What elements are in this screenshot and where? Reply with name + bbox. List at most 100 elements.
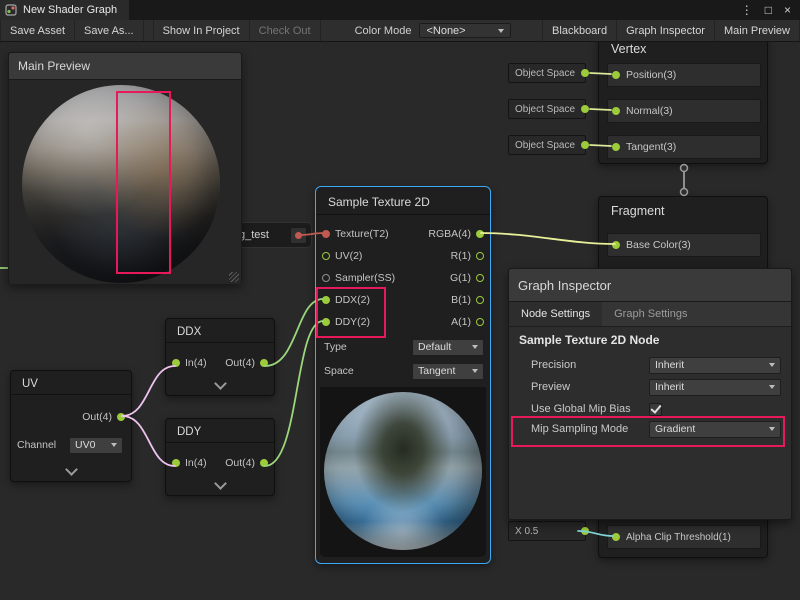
ddx-input-port[interactable] (322, 296, 330, 304)
collapse-chevron-icon[interactable] (65, 463, 78, 476)
ddx-io-row: In(4) Out(4) (172, 351, 268, 375)
binding-port[interactable] (581, 141, 589, 149)
window-maximize-icon[interactable]: □ (765, 0, 772, 20)
port-label: Alpha Clip Threshold(1) (626, 532, 731, 543)
mip-mode-dropdown[interactable]: Gradient (649, 421, 781, 438)
ddy-input-port[interactable] (322, 318, 330, 326)
window-close-icon[interactable]: × (784, 0, 791, 20)
uv-input-port[interactable] (322, 252, 330, 260)
mip-mode-label: Mip Sampling Mode (519, 423, 628, 435)
position-binding-dropdown[interactable]: Object Space (508, 63, 586, 83)
out-label: Out(4) (82, 411, 112, 423)
port-row-normal: Normal(3) (607, 99, 761, 123)
tangent-input-port[interactable] (612, 143, 620, 151)
sample-node-preview (320, 387, 486, 557)
r-output-port[interactable] (476, 252, 484, 260)
space-dropdown[interactable]: Tangent (412, 363, 484, 380)
collapse-chevron-icon[interactable] (214, 477, 227, 490)
save-asset-button[interactable]: Save Asset (0, 20, 75, 41)
tangent-binding-dropdown[interactable]: Object Space (508, 135, 586, 155)
port-label: Position(3) (626, 69, 676, 81)
chevron-down-icon (111, 443, 117, 447)
color-mode-label: Color Mode (347, 20, 420, 41)
ddy-node[interactable]: DDY In(4) Out(4) (165, 418, 275, 496)
document-tab[interactable]: New Shader Graph (0, 0, 129, 20)
alpha-clip-input-port[interactable] (612, 533, 620, 541)
binding-port[interactable] (581, 105, 589, 113)
mip-bias-checkbox[interactable] (649, 403, 662, 416)
inspector-tabs: Node Settings Graph Settings (509, 302, 791, 327)
show-in-project-button[interactable]: Show In Project (153, 20, 250, 41)
channel-label: Channel (17, 439, 61, 451)
channel-dropdown[interactable]: UV0 (69, 437, 123, 454)
precision-dropdown[interactable]: Inherit (649, 357, 781, 374)
resize-grip-icon[interactable] (229, 272, 239, 282)
type-dropdown[interactable]: Default (412, 339, 484, 356)
input-label: Sampler(SS) (335, 272, 395, 284)
blackboard-toggle-button[interactable]: Blackboard (542, 20, 617, 41)
output-label: R(1) (451, 250, 471, 262)
uv-node[interactable]: UV Out(4) Channel UV0 (10, 370, 132, 482)
ddy-in-port[interactable] (172, 459, 180, 467)
input-label: DDX(2) (335, 294, 370, 306)
ddx-out-port[interactable] (260, 359, 268, 367)
value-label: X 0.5 (515, 526, 538, 537)
uv-out-port[interactable] (117, 413, 125, 421)
value-port[interactable] (581, 527, 589, 535)
tab-graph-settings[interactable]: Graph Settings (602, 302, 699, 326)
save-as-button[interactable]: Save As... (75, 20, 144, 41)
graph-inspector-toggle-button[interactable]: Graph Inspector (617, 20, 715, 41)
port-row-base-color: Base Color(3) (607, 233, 761, 257)
mip-mode-value: Gradient (655, 423, 695, 435)
window-menu-icon[interactable]: ⋮ (741, 0, 753, 20)
chevron-down-icon (498, 29, 504, 33)
ddx-collapse-strip (166, 379, 274, 392)
output-label: A(1) (451, 316, 471, 328)
binding-label: Object Space (515, 140, 575, 151)
type-value: Default (418, 341, 451, 353)
port-label: Base Color(3) (626, 239, 691, 251)
ddx-in-port[interactable] (172, 359, 180, 367)
space-row: Space Tangent (324, 361, 484, 381)
binding-port[interactable] (581, 69, 589, 77)
preview-dropdown[interactable]: Inherit (649, 379, 781, 396)
uv-collapse-strip (11, 465, 131, 478)
sample-texture-2d-node[interactable]: Sample Texture 2D Texture(T2) RGBA(4) UV… (315, 186, 491, 564)
toolbar-gap (144, 20, 153, 41)
chevron-down-icon (472, 345, 478, 349)
main-preview-toggle-button[interactable]: Main Preview (715, 20, 800, 41)
main-preview-header[interactable]: Main Preview (9, 53, 241, 80)
chevron-down-icon (769, 363, 775, 367)
alpha-clip-value-field[interactable]: X 0.5 (508, 521, 586, 541)
position-input-port[interactable] (612, 71, 620, 79)
main-preview-title: Main Preview (18, 59, 90, 73)
ddx-node[interactable]: DDX In(4) Out(4) (165, 318, 275, 396)
vertex-node[interactable]: Vertex Position(3) Normal(3) Tangent(3) (598, 34, 768, 164)
main-preview-panel: Main Preview (8, 52, 242, 284)
main-preview-sphere (22, 85, 220, 283)
sampler-input-port[interactable] (322, 274, 330, 282)
type-row: Type Default (324, 337, 484, 357)
inspector-header[interactable]: Graph Inspector (509, 269, 791, 302)
window-title: New Shader Graph (23, 4, 117, 16)
rgba-output-port[interactable] (476, 230, 484, 238)
ddy-out-port[interactable] (260, 459, 268, 467)
normal-input-port[interactable] (612, 107, 620, 115)
g-output-port[interactable] (476, 274, 484, 282)
texture-output-port[interactable] (295, 232, 302, 239)
tab-node-settings[interactable]: Node Settings (509, 302, 602, 326)
a-output-port[interactable] (476, 318, 484, 326)
collapse-chevron-icon[interactable] (214, 377, 227, 390)
port-row-1: UV(2) R(1) (320, 245, 486, 267)
base-color-input-port[interactable] (612, 241, 620, 249)
input-label: UV(2) (335, 250, 362, 262)
normal-binding-dropdown[interactable]: Object Space (508, 99, 586, 119)
texture-input-port[interactable] (322, 230, 330, 238)
checkmark-icon (650, 402, 661, 414)
b-output-port[interactable] (476, 296, 484, 304)
port-row-0: Texture(T2) RGBA(4) (320, 223, 486, 245)
port-row-tangent: Tangent(3) (607, 135, 761, 159)
out-label: Out(4) (225, 357, 255, 369)
window-controls: ⋮ □ × (741, 0, 800, 20)
color-mode-dropdown[interactable]: <None> (419, 23, 511, 38)
